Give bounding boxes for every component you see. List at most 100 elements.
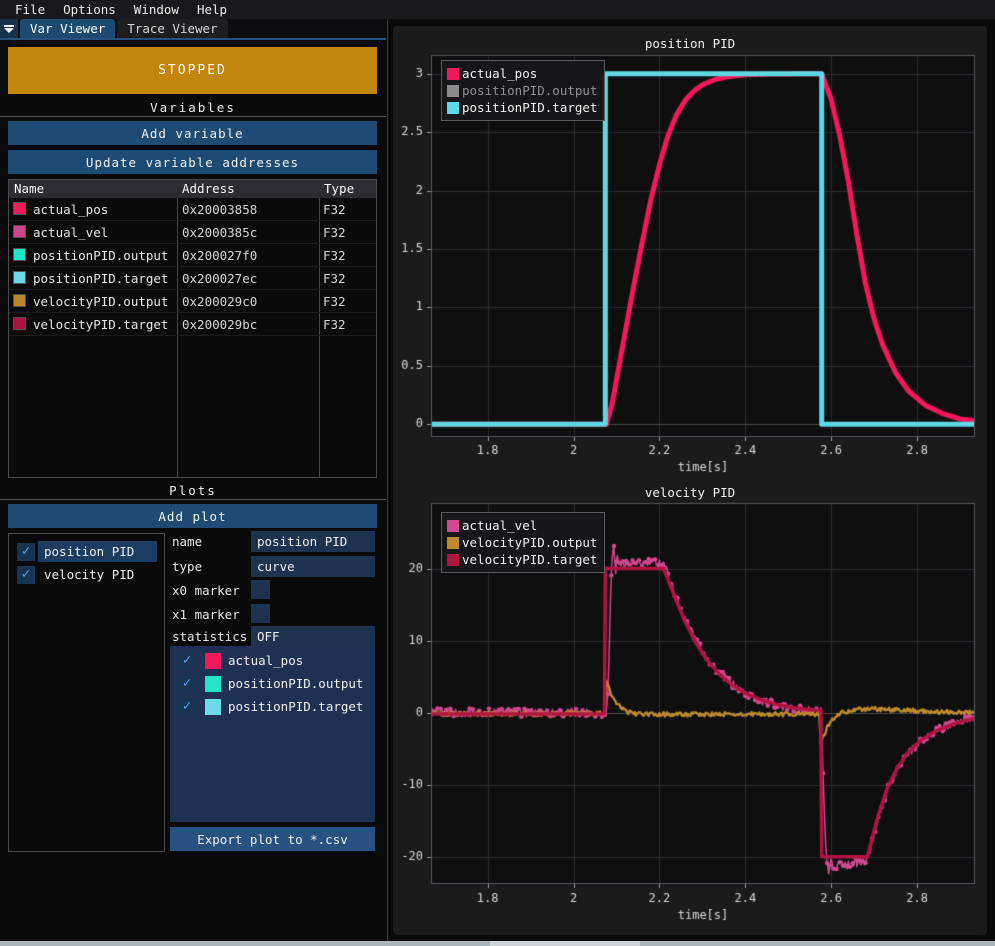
plot-checkbox-position-PID[interactable]: ✓ <box>17 543 35 561</box>
variable-type: F32 <box>323 244 373 267</box>
tab-list-icon[interactable] <box>0 19 18 38</box>
legend-item-positionPID-target[interactable]: positionPID.target <box>447 99 597 116</box>
position-pid-legend: actual_pos positionPID.output positionPID.… <box>441 60 605 121</box>
tab-var-viewer[interactable]: Var Viewer <box>20 19 115 38</box>
legend-swatch <box>447 520 459 532</box>
legend-swatch <box>447 85 459 97</box>
plot-signal-list: ✓ actual_pos ✓ positionPID.output ✓ positionP… <box>170 646 375 822</box>
signal-checkbox-actual_pos[interactable]: ✓ <box>178 652 196 670</box>
variable-name: actual_pos <box>33 198 173 221</box>
update-variable-addresses-button[interactable]: Update variable addresses <box>8 150 377 174</box>
menu-item-window[interactable]: Window <box>125 0 188 19</box>
variables-section-header: Variables <box>0 100 386 115</box>
table-header-row: Name Address Type <box>9 180 376 198</box>
variable-color-swatch <box>13 294 26 307</box>
legend-label: positionPID.target <box>462 100 597 115</box>
plot-checkbox-velocity-PID[interactable]: ✓ <box>17 566 35 584</box>
tab-trace-viewer[interactable]: Trace Viewer <box>117 19 227 38</box>
signal-checkbox-positionPID-output[interactable]: ✓ <box>178 675 196 693</box>
variable-name: positionPID.target <box>33 267 173 290</box>
plot-list: ✓position PID✓velocity PID <box>8 533 165 852</box>
signal-color-swatch <box>205 653 221 669</box>
editor-checkbox-x0-marker[interactable] <box>251 580 270 599</box>
legend-item-velocityPID-output[interactable]: velocityPID.output <box>447 534 597 551</box>
legend-label: actual_pos <box>462 66 537 81</box>
legend-swatch <box>447 102 459 114</box>
variable-color-swatch <box>13 248 26 261</box>
variable-name: positionPID.output <box>33 244 173 267</box>
plots-section-header: Plots <box>0 483 386 498</box>
editor-label-name: name <box>172 534 202 549</box>
legend-swatch <box>447 537 459 549</box>
variable-color-swatch <box>13 202 26 215</box>
bottom-scrollbar[interactable] <box>0 941 995 946</box>
variables-table: NameAddressTypeactual_pos0x20003858F32ac… <box>8 179 377 478</box>
scrollbar-thumb[interactable] <box>490 941 640 946</box>
divider <box>0 499 386 500</box>
legend-item-velocityPID-target[interactable]: velocityPID.target <box>447 551 597 568</box>
acquisition-status-button[interactable]: STOPPED <box>8 47 377 94</box>
signal-checkbox-positionPID-target[interactable]: ✓ <box>178 698 196 716</box>
variable-type: F32 <box>323 290 373 313</box>
table-row[interactable]: actual_vel 0x2000385c F32 <box>9 221 376 244</box>
variable-address: 0x200029c0 <box>182 290 312 313</box>
editor-field-name[interactable]: position PID <box>251 531 375 552</box>
signal-color-swatch <box>205 699 221 715</box>
variable-type: F32 <box>323 198 373 221</box>
signal-name: positionPID.output <box>228 675 363 693</box>
variable-color-swatch <box>13 271 26 284</box>
signal-name: positionPID.target <box>228 698 363 716</box>
column-header-type[interactable]: Type <box>324 180 378 198</box>
tab-bar: Var ViewerTrace Viewer <box>0 19 386 40</box>
editor-field-type[interactable]: curve <box>251 556 375 577</box>
export-csv-button[interactable]: Export plot to *.csv <box>170 827 375 851</box>
variable-address: 0x20003858 <box>182 198 312 221</box>
table-row[interactable]: velocityPID.target 0x200029bc F32 <box>9 313 376 336</box>
legend-label: velocityPID.target <box>462 552 597 567</box>
editor-checkbox-x1-marker[interactable] <box>251 604 270 623</box>
legend-label: positionPID.output <box>462 83 597 98</box>
editor-field-statistics[interactable]: OFF <box>251 626 375 647</box>
variable-name: velocityPID.output <box>33 290 173 313</box>
signal-color-swatch <box>205 676 221 692</box>
add-variable-button[interactable]: Add variable <box>8 121 377 145</box>
plot-item-position-PID[interactable]: position PID <box>38 541 157 562</box>
legend-swatch <box>447 554 459 566</box>
variable-address: 0x200027f0 <box>182 244 312 267</box>
plot-item-velocity-PID[interactable]: velocity PID <box>38 564 157 585</box>
column-header-address[interactable]: Address <box>182 180 319 198</box>
panel-divider[interactable] <box>387 19 388 941</box>
editor-label-statistics: statistics <box>172 629 247 644</box>
menu-item-help[interactable]: Help <box>188 0 236 19</box>
menu-item-file[interactable]: File <box>6 0 54 19</box>
variable-address: 0x200029bc <box>182 313 312 336</box>
legend-swatch <box>447 68 459 80</box>
legend-item-actual_vel[interactable]: actual_vel <box>447 517 597 534</box>
variable-name: velocityPID.target <box>33 313 173 336</box>
editor-label-x1-marker: x1 marker <box>172 607 240 622</box>
variable-color-swatch <box>13 317 26 330</box>
table-row[interactable]: positionPID.target 0x200027ec F32 <box>9 267 376 290</box>
editor-label-type: type <box>172 559 202 574</box>
signal-name: actual_pos <box>228 652 303 670</box>
table-row[interactable]: velocityPID.output 0x200029c0 F32 <box>9 290 376 313</box>
variable-address: 0x200027ec <box>182 267 312 290</box>
editor-label-x0-marker: x0 marker <box>172 583 240 598</box>
variable-name: actual_vel <box>33 221 173 244</box>
table-row[interactable]: actual_pos 0x20003858 F32 <box>9 198 376 221</box>
legend-item-positionPID-output[interactable]: positionPID.output <box>447 82 597 99</box>
variable-type: F32 <box>323 313 373 336</box>
menu-bar: FileOptionsWindowHelp <box>0 0 995 19</box>
legend-label: actual_vel <box>462 518 537 533</box>
legend-item-actual_pos[interactable]: actual_pos <box>447 65 597 82</box>
add-plot-button[interactable]: Add plot <box>8 504 377 528</box>
variable-type: F32 <box>323 267 373 290</box>
divider <box>0 116 386 117</box>
table-row[interactable]: positionPID.output 0x200027f0 F32 <box>9 244 376 267</box>
variable-color-swatch <box>13 225 26 238</box>
menu-item-options[interactable]: Options <box>54 0 125 19</box>
variable-address: 0x2000385c <box>182 221 312 244</box>
variable-type: F32 <box>323 221 373 244</box>
left-panel: STOPPED Variables Add variable Update va… <box>0 40 386 941</box>
column-header-name[interactable]: Name <box>14 180 177 198</box>
